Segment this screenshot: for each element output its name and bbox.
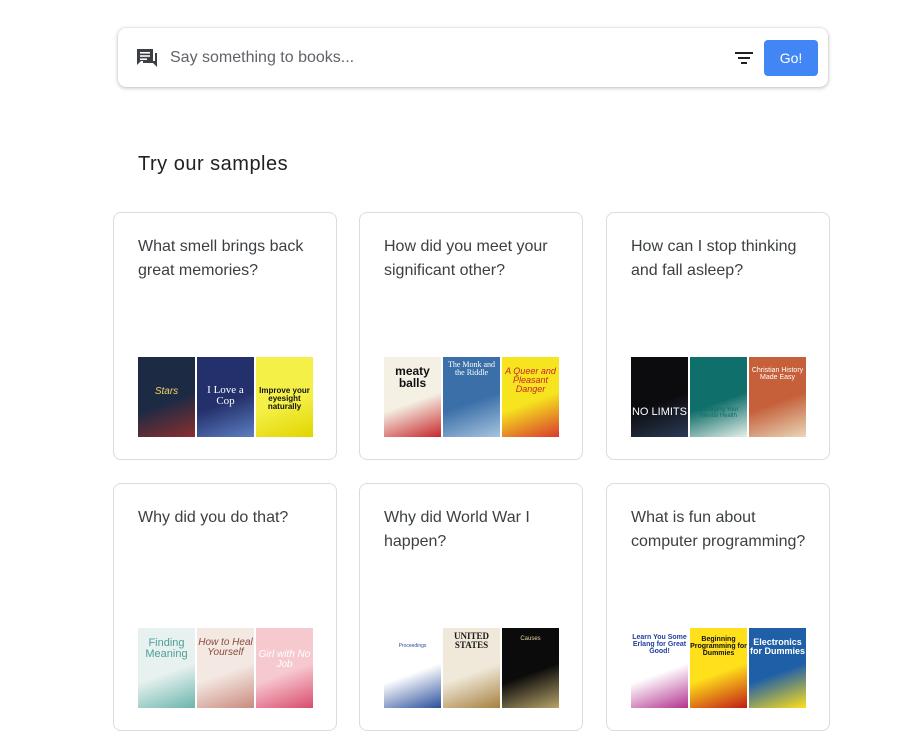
book-cover: Improve your eyesight naturally (256, 357, 313, 437)
sample-question: Why did World War I happen? (384, 509, 530, 550)
book-title: Stars (154, 386, 179, 397)
search-bar: Go! (118, 28, 828, 87)
book-title: I Love a Cop (207, 384, 244, 407)
book-covers: Finding Meaning How to Heal Yourself Gir… (138, 628, 313, 708)
sample-card[interactable]: How can I stop thinking and fall asleep?… (606, 212, 830, 460)
chat-icon (137, 49, 157, 67)
book-title: A Queer and Pleasant Danger (505, 366, 556, 394)
book-title: Beginning Programming for Dummies (690, 636, 747, 657)
sample-question: How can I stop thinking and fall asleep? (631, 238, 797, 279)
sample-card[interactable]: Why did you do that? Finding Meaning How… (113, 483, 337, 731)
go-button[interactable]: Go! (764, 40, 818, 76)
book-covers: NO LIMITS Managing Your Mental Health Ch… (631, 357, 806, 437)
book-cover: Finding Meaning (138, 628, 195, 708)
book-title: Girl with No Job (258, 649, 311, 670)
book-cover: Causes (502, 628, 559, 708)
book-cover: meaty balls (384, 357, 441, 437)
book-cover: Beginning Programming for Dummies (690, 628, 747, 708)
book-title: Finding Meaning (145, 637, 188, 660)
book-cover: How to Heal Yourself (197, 628, 254, 708)
book-title: Improve your eyesight naturally (259, 386, 310, 411)
book-cover: Stars (138, 357, 195, 437)
book-cover: A Queer and Pleasant Danger (502, 357, 559, 437)
samples-heading: Try our samples (138, 153, 289, 175)
book-cover: Christian History Made Easy (749, 357, 806, 437)
book-cover: Electronics for Dummies (749, 628, 806, 708)
sample-question: What is fun about computer programming? (631, 509, 806, 550)
sample-card[interactable]: What is fun about computer programming? … (606, 483, 830, 731)
search-input[interactable] (168, 42, 712, 74)
book-title: NO LIMITS (631, 406, 687, 418)
book-title: UNITED STATES (453, 631, 489, 650)
book-cover: Girl with No Job (256, 628, 313, 708)
sample-card[interactable]: Why did World War I happen? Proceedings … (359, 483, 583, 731)
book-title: Causes (520, 636, 541, 642)
book-cover: NO LIMITS (631, 357, 688, 437)
book-title: The Monk and the Riddle (447, 360, 496, 377)
book-cover: Proceedings (384, 628, 441, 708)
sample-card[interactable]: What smell brings back great memories? S… (113, 212, 337, 460)
book-cover: Learn You Some Erlang for Great Good! (631, 628, 688, 708)
book-title: Managing Your Mental Health (698, 407, 739, 419)
book-covers: meaty balls The Monk and the Riddle A Qu… (384, 357, 559, 437)
book-covers: Stars I Love a Cop Improve your eyesight… (138, 357, 313, 437)
book-title: Proceedings (398, 643, 427, 649)
book-cover: UNITED STATES (443, 628, 500, 708)
sample-card[interactable]: How did you meet your significant other?… (359, 212, 583, 460)
book-cover: Managing Your Mental Health (690, 357, 747, 437)
book-title: Electronics for Dummies (749, 637, 805, 656)
book-title: meaty balls (395, 364, 430, 390)
sample-question: What smell brings back great memories? (138, 238, 304, 279)
sample-question: Why did you do that? (138, 509, 289, 526)
sample-question: How did you meet your significant other? (384, 238, 548, 279)
book-covers: Proceedings UNITED STATES Causes (384, 628, 559, 708)
book-cover: I Love a Cop (197, 357, 254, 437)
book-title: Learn You Some Erlang for Great Good! (632, 634, 687, 655)
book-title: Christian History Made Easy (751, 367, 804, 381)
book-covers: Learn You Some Erlang for Great Good! Be… (631, 628, 806, 708)
book-title: How to Heal Yourself (198, 637, 253, 658)
book-cover: The Monk and the Riddle (443, 357, 500, 437)
filter-icon[interactable] (734, 50, 754, 66)
